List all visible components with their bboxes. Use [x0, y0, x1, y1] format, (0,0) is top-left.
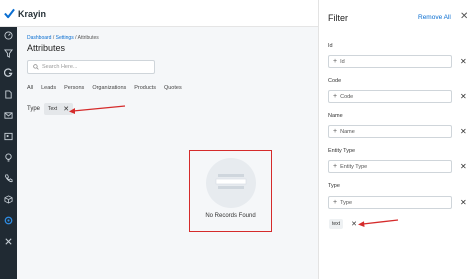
- app-logo[interactable]: Krayin: [4, 8, 46, 19]
- contact-card-icon[interactable]: [3, 131, 14, 142]
- filter-icon[interactable]: [3, 48, 14, 59]
- clear-id-icon[interactable]: ✕: [460, 57, 467, 66]
- breadcrumb-attributes: Attributes: [77, 35, 99, 41]
- name-field[interactable]: + Name: [328, 125, 452, 138]
- annotation-arrow-icon: [358, 219, 399, 227]
- search-input[interactable]: Search Here...: [27, 60, 155, 74]
- breadcrumb-dashboard[interactable]: Dashboard: [27, 35, 51, 41]
- clear-name-icon[interactable]: ✕: [460, 127, 467, 136]
- entity-tabs: All Leads Persons Organizations Products…: [27, 85, 190, 91]
- tools-icon[interactable]: [3, 236, 14, 247]
- tab-organizations[interactable]: Organizations: [92, 85, 126, 91]
- plus-icon: +: [333, 128, 338, 135]
- remove-all-link[interactable]: Remove All: [418, 14, 451, 21]
- tab-leads[interactable]: Leads: [41, 85, 56, 91]
- filter-panel-title: Filter: [328, 13, 348, 23]
- plus-icon: +: [333, 163, 338, 170]
- empty-state: No Records Found: [189, 150, 272, 232]
- document-icon[interactable]: [3, 89, 14, 100]
- dashboard-icon[interactable]: [3, 30, 14, 41]
- field-label-entity-type: Entity Type: [328, 148, 356, 154]
- empty-state-illustration: [206, 158, 256, 208]
- settings-icon[interactable]: [3, 215, 14, 226]
- main-content: Dashboard / Settings / Attributes Attrib…: [17, 27, 318, 279]
- code-field[interactable]: + Code: [328, 90, 452, 103]
- filter-panel: Filter Remove All ✕ Id + Id ✕ Code + Cod…: [318, 0, 474, 279]
- plus-icon: +: [333, 93, 338, 100]
- app-name: Krayin: [18, 8, 47, 19]
- code-field-placeholder: Code: [340, 93, 354, 100]
- id-field-placeholder: Id: [340, 58, 345, 65]
- entity-type-field[interactable]: + Entity Type: [328, 160, 452, 173]
- name-field-placeholder: Name: [340, 128, 355, 135]
- krayin-logo-icon: [4, 8, 15, 19]
- plus-icon: +: [333, 199, 338, 206]
- g-icon[interactable]: [3, 67, 14, 78]
- search-icon: [33, 64, 39, 70]
- lightbulb-icon[interactable]: [3, 152, 14, 163]
- field-label-type: Type: [328, 183, 340, 189]
- clear-code-icon[interactable]: ✕: [460, 92, 467, 101]
- tab-products[interactable]: Products: [134, 85, 156, 91]
- sidebar: [0, 27, 17, 279]
- type-applied-value-text: text: [329, 219, 344, 229]
- breadcrumb-settings[interactable]: Settings: [56, 35, 74, 41]
- close-icon[interactable]: ✕: [460, 11, 468, 22]
- type-field[interactable]: + Type: [328, 196, 452, 209]
- field-label-name: Name: [328, 113, 343, 119]
- type-filter-chip-value: Text: [48, 106, 58, 112]
- tab-quotes[interactable]: Quotes: [164, 85, 182, 91]
- clear-type-icon[interactable]: ✕: [460, 198, 467, 207]
- field-label-id: Id: [328, 43, 333, 49]
- tab-persons[interactable]: Persons: [64, 85, 84, 91]
- clear-entity-type-icon[interactable]: ✕: [460, 162, 467, 171]
- type-applied-value: text ✕: [329, 219, 357, 229]
- tab-all[interactable]: All: [27, 85, 33, 91]
- plus-icon: +: [333, 58, 338, 65]
- mail-icon[interactable]: [3, 110, 14, 121]
- top-bar: Krayin: [0, 0, 318, 27]
- box-icon[interactable]: [3, 194, 14, 205]
- search-placeholder: Search Here...: [42, 64, 78, 70]
- type-field-placeholder: Type: [340, 199, 353, 206]
- breadcrumb: Dashboard / Settings / Attributes: [27, 35, 99, 41]
- id-field[interactable]: + Id: [328, 55, 452, 68]
- page-title: Attributes: [27, 43, 66, 53]
- empty-state-message: No Records Found: [205, 213, 256, 219]
- annotation-arrow-icon: [69, 105, 126, 114]
- field-label-code: Code: [328, 78, 342, 84]
- phone-icon[interactable]: [3, 173, 14, 184]
- entity-type-field-placeholder: Entity Type: [340, 163, 368, 170]
- type-filter-label: Type: [27, 106, 41, 112]
